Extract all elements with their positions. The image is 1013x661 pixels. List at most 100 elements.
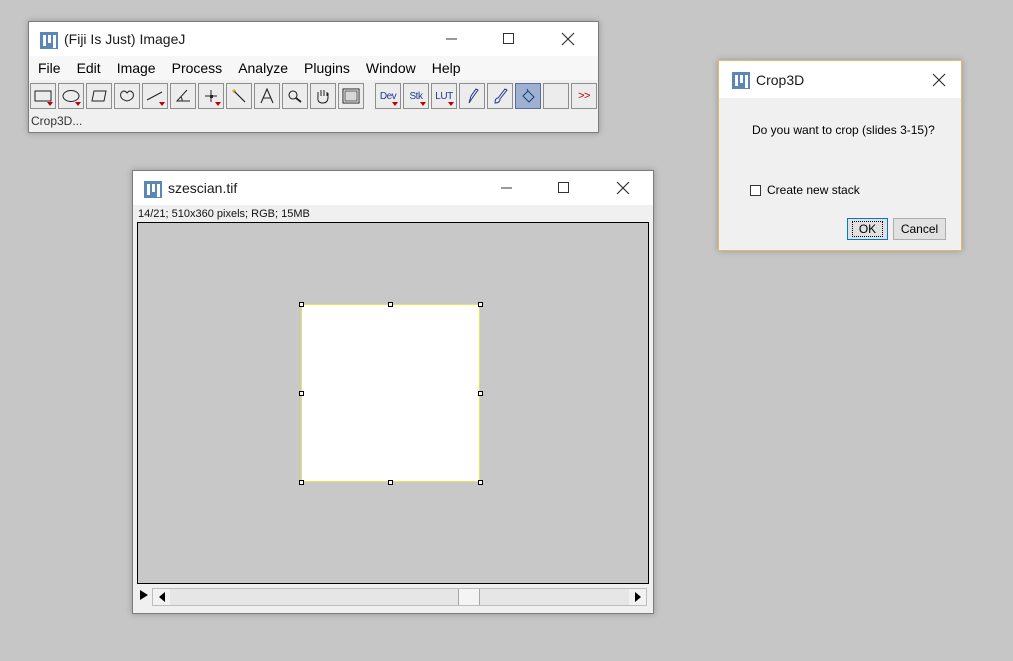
close-button[interactable] (916, 61, 962, 98)
minimize-icon (446, 38, 457, 40)
flood-fill-tool[interactable] (515, 83, 541, 109)
hand-icon (317, 90, 329, 104)
dropdown-arrow-icon (47, 102, 53, 106)
dialog-question: Do you want to crop (slides 3-15)? (752, 123, 935, 137)
freehand-icon (120, 90, 134, 102)
roi-handle[interactable] (478, 391, 483, 396)
menu-bar: File Edit Image Process Analyze Plugins … (29, 56, 598, 80)
oval-tool[interactable] (58, 83, 84, 109)
close-icon (561, 32, 575, 46)
maximize-icon (503, 33, 514, 44)
roi-handle[interactable] (478, 302, 483, 307)
angle-tool[interactable] (170, 83, 196, 109)
dropdown-arrow-icon (75, 102, 81, 106)
arrow-left-icon (158, 592, 165, 602)
point-tool[interactable] (198, 83, 224, 109)
play-icon[interactable] (140, 590, 148, 600)
pencil-icon (468, 88, 479, 104)
brush-icon (494, 88, 508, 104)
menu-file[interactable]: File (33, 56, 66, 80)
magnifier-tool[interactable] (282, 83, 308, 109)
dev-label: Dev (379, 90, 397, 102)
roi-handle[interactable] (388, 302, 393, 307)
line-icon (146, 91, 163, 101)
roi-handle[interactable] (299, 480, 304, 485)
menu-image[interactable]: Image (112, 56, 161, 80)
dialog-title: Crop3D (756, 72, 805, 88)
rectangle-tool[interactable] (30, 83, 56, 109)
minimize-button[interactable] (484, 171, 530, 205)
maximize-icon (558, 182, 569, 193)
close-button[interactable] (545, 22, 591, 56)
roi-handle[interactable] (478, 480, 483, 485)
minimize-icon (501, 187, 512, 189)
crop3d-dialog: Crop3D Do you want to crop (slides 3-15)… (718, 60, 962, 251)
roi-selection[interactable] (301, 304, 480, 482)
brush-tool[interactable] (487, 83, 513, 109)
polygon-icon (91, 90, 107, 102)
line-tool[interactable] (142, 83, 168, 109)
menu-process[interactable]: Process (167, 56, 228, 80)
checkbox-label: Create new stack (767, 183, 860, 197)
menu-plugins[interactable]: Plugins (299, 56, 355, 80)
image-info: 14/21; 510x360 pixels; RGB; 15MB (138, 208, 310, 220)
cancel-label: Cancel (900, 222, 939, 236)
dropdown-arrow-icon (215, 102, 221, 106)
image-canvas[interactable] (137, 222, 649, 584)
freehand-tool[interactable] (114, 83, 140, 109)
wand-tool[interactable] (226, 83, 252, 109)
create-new-stack-checkbox[interactable] (750, 184, 761, 196)
dropdown-arrow-icon (420, 102, 426, 106)
lut-menu-tool[interactable]: LUT (431, 83, 457, 109)
close-icon (932, 73, 946, 86)
image-title: szescian.tif (168, 180, 238, 196)
imagej-titlebar[interactable]: (Fiji Is Just) ImageJ (29, 22, 598, 56)
polygon-tool[interactable] (86, 83, 112, 109)
dropdown-arrow-icon (159, 102, 165, 106)
angle-icon (175, 89, 190, 102)
magnifier-icon (288, 90, 302, 103)
more-tools-label: >> (578, 90, 590, 102)
ok-button[interactable]: OK (847, 218, 888, 240)
dev-menu-tool[interactable]: Dev (375, 83, 401, 109)
fiji-app-icon (732, 72, 750, 89)
roi-handle[interactable] (388, 480, 393, 485)
scrollbar-thumb[interactable] (458, 589, 480, 605)
color-picker-tool[interactable] (338, 83, 364, 109)
hand-tool[interactable] (310, 83, 336, 109)
status-bar: Crop3D... (29, 111, 598, 131)
menu-help[interactable]: Help (427, 56, 466, 80)
wand-icon (232, 89, 246, 103)
maximize-button[interactable] (486, 22, 532, 56)
imagej-main-window: (Fiji Is Just) ImageJ File Edit Image Pr… (28, 21, 599, 133)
roi-handle[interactable] (299, 302, 304, 307)
close-button[interactable] (600, 171, 646, 205)
dialog-titlebar[interactable]: Crop3D (719, 61, 961, 98)
rectangle-icon (34, 90, 52, 102)
scroll-right-button[interactable] (629, 589, 646, 605)
text-tool[interactable] (254, 83, 280, 109)
more-tools-button[interactable]: >> (571, 83, 597, 109)
window-title: (Fiji Is Just) ImageJ (64, 31, 186, 47)
slice-scrollbar[interactable] (152, 588, 647, 606)
minimize-button[interactable] (429, 22, 475, 56)
fiji-app-icon (40, 32, 58, 49)
empty-tool-slot (543, 83, 569, 109)
text-a-icon (260, 88, 274, 104)
roi-handle[interactable] (299, 391, 304, 396)
crosshair-icon (205, 90, 217, 102)
create-new-stack-option[interactable]: Create new stack (750, 183, 860, 197)
menu-analyze[interactable]: Analyze (233, 56, 293, 80)
stack-slider-row (137, 586, 649, 608)
tool-bar: Dev Stk LUT >> (29, 80, 598, 111)
stk-menu-tool[interactable]: Stk (403, 83, 429, 109)
scroll-left-button[interactable] (153, 589, 170, 605)
image-titlebar[interactable]: szescian.tif (133, 171, 653, 205)
maximize-button[interactable] (541, 171, 587, 205)
pencil-tool[interactable] (459, 83, 485, 109)
dropdown-arrow-icon (392, 102, 398, 106)
menu-window[interactable]: Window (361, 56, 421, 80)
stk-label: Stk (409, 90, 423, 102)
cancel-button[interactable]: Cancel (893, 218, 946, 240)
menu-edit[interactable]: Edit (72, 56, 106, 80)
